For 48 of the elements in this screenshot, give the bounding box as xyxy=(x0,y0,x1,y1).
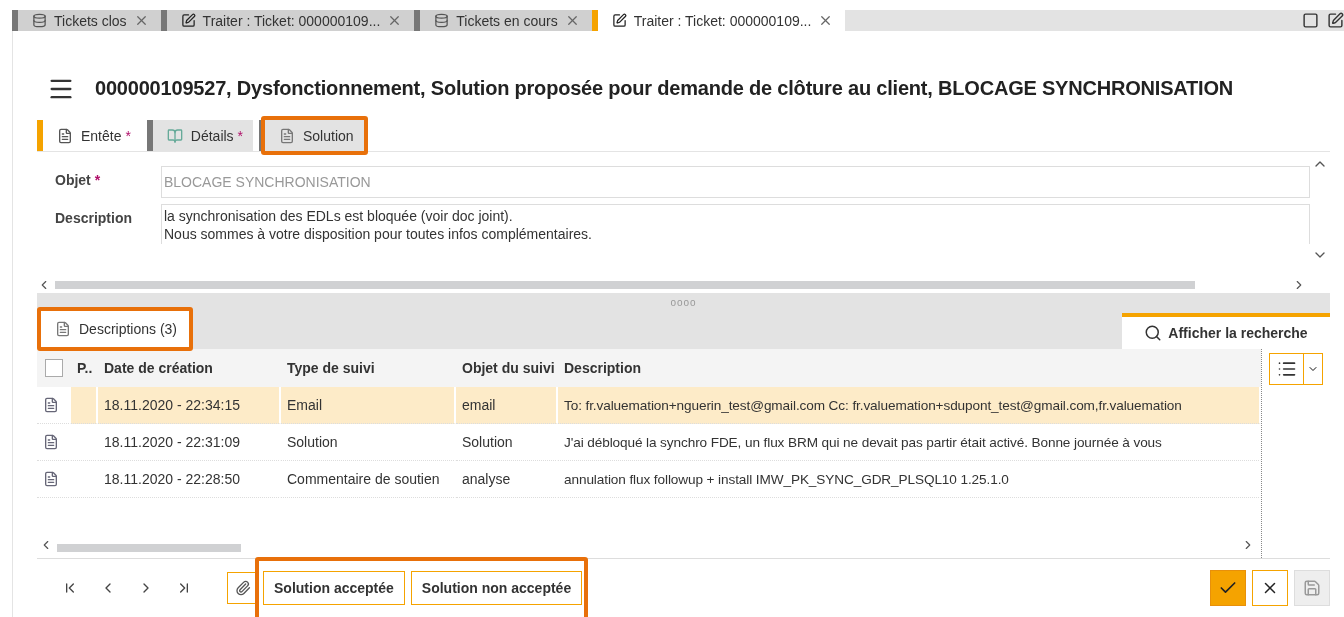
window-tab[interactable]: Tickets en cours xyxy=(414,10,592,31)
maximize-icon[interactable] xyxy=(1302,12,1319,29)
document-icon xyxy=(55,321,71,337)
table-cell: email xyxy=(456,387,558,424)
column-header[interactable]: Type de suivi xyxy=(281,349,456,387)
database-icon xyxy=(434,13,450,28)
table-cell: To: fr.valuemation+nguerin_test@gmail.com Cc: fr.valuemation+sdupont_test@gmail.com,fr.valuemation xyxy=(558,387,1261,424)
scrollbar-thumb[interactable] xyxy=(55,281,1195,289)
table-cell: analyse xyxy=(456,461,558,498)
list-icon xyxy=(1276,359,1297,379)
window-tab[interactable]: Traiter : Ticket: 000000109... xyxy=(591,10,846,31)
document-icon xyxy=(43,397,59,413)
cancel-button[interactable] xyxy=(1252,570,1288,606)
action-button[interactable]: Solution non acceptée xyxy=(410,571,583,605)
window-tab[interactable]: Traiter : Ticket: 000000109... xyxy=(160,10,415,31)
table-cell: Email xyxy=(281,387,456,424)
column-header[interactable]: Description xyxy=(558,349,1261,387)
table-cell: 18.11.2020 - 22:34:15 xyxy=(98,387,281,424)
column-header[interactable]: Objet du suivi xyxy=(456,349,558,387)
table-row[interactable]: 18.11.2020 - 22:34:15 Email email To: fr.valuemation+nguerin_test@gmail.com Cc: fr.valuemation+sdupont_test@gmail.com,fr.valuemation xyxy=(37,387,1261,424)
paperclip-icon xyxy=(235,580,251,596)
save-icon xyxy=(1303,579,1321,597)
page-title: 000000109527, Dysfonctionnement, Solution proposée pour demande de clôture au client, BLOCAGE SYNCHRONISATION xyxy=(95,77,1234,100)
window-tab[interactable]: Tickets clos xyxy=(12,10,161,31)
scrollbar-thumb[interactable] xyxy=(57,544,241,552)
database-icon xyxy=(32,13,47,28)
table-cell: Commentaire de soutien xyxy=(281,461,456,498)
search-button[interactable]: Afficher la recherche xyxy=(1122,313,1330,349)
edit-icon xyxy=(180,13,196,28)
field-label: Objet * xyxy=(55,171,102,190)
text-area[interactable]: la synchronisation des EDLs est bloquée (voir doc joint). Nous sommes à votre disposition pour toutes infos complémentaires. xyxy=(161,204,1310,244)
document-icon xyxy=(278,127,295,144)
table-cell: 18.11.2020 - 22:28:50 xyxy=(98,461,281,498)
search-icon xyxy=(1144,324,1163,342)
confirm-button[interactable] xyxy=(1210,570,1246,606)
document-icon xyxy=(43,434,59,450)
book-icon xyxy=(166,127,183,144)
column-chooser-button[interactable] xyxy=(1269,353,1323,385)
column-header[interactable]: P.. xyxy=(71,349,98,387)
edit-icon xyxy=(611,13,627,28)
document-icon xyxy=(57,127,73,144)
select-all-checkbox[interactable] xyxy=(45,359,63,377)
column-header[interactable]: Date de création xyxy=(98,349,281,387)
table-cell: annulation flux followup + install IMW_PK_SYNC_GDR_PLSQL10 1.25.1.0 xyxy=(558,461,1261,498)
action-button[interactable]: Solution acceptée xyxy=(263,571,405,605)
field-label: Description xyxy=(55,209,133,228)
form-tab[interactable]: Détails * xyxy=(146,120,253,151)
document-icon xyxy=(43,471,59,487)
